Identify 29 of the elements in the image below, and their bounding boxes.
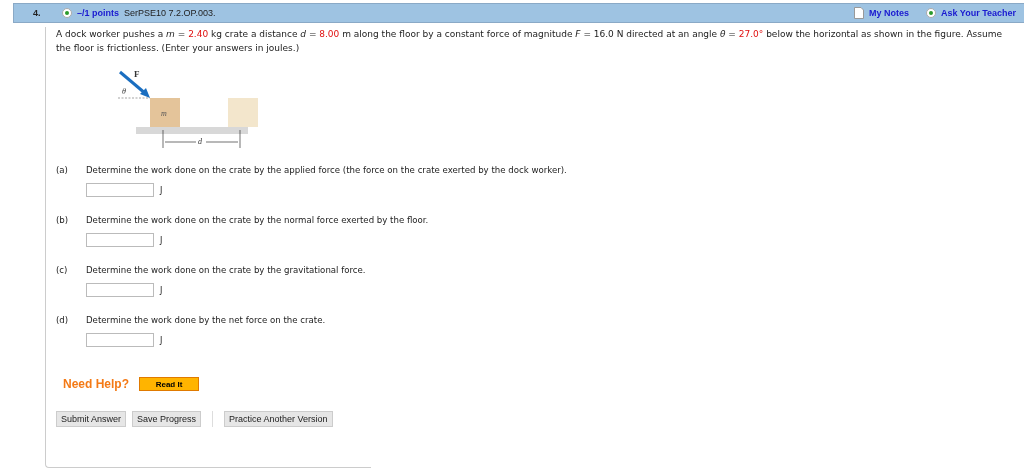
- question-text: Determine the work done by the net force on the crate.: [86, 315, 326, 325]
- question-text: Determine the work done on the crate by the normal force exerted by the floor.: [86, 215, 429, 225]
- answer-field[interactable]: [86, 233, 154, 247]
- my-notes-link[interactable]: My Notes: [868, 8, 909, 18]
- problem-text: A dock worker pushes a m = 2.40 kg crate a distance d = 8.00 m along the floor by a constant force of magnitude F = 16.0 N directed at an angle θ = 27.0° below the horizontal as shown in the figure. Assume the floor is frictionless. (Enter your answers in joules.): [56, 28, 1003, 55]
- part-label: (b): [56, 215, 70, 225]
- question-number: 4.: [33, 8, 42, 18]
- action-button[interactable]: Submit Answer: [56, 411, 127, 427]
- answer-field[interactable]: [86, 183, 154, 197]
- problem-code: SerPSE10 7.2.OP.003.: [124, 8, 216, 18]
- part-label: (c): [56, 265, 69, 275]
- unit-label: J: [160, 335, 163, 345]
- answer-field[interactable]: [86, 283, 154, 297]
- answer-field[interactable]: [86, 333, 154, 347]
- part-label: (a): [56, 165, 69, 175]
- unit-label: J: [160, 235, 163, 245]
- practice-button[interactable]: Practice Another Version: [224, 411, 333, 427]
- note-icon[interactable]: [853, 7, 864, 19]
- crate-diagram-drawing: m F θ d: [118, 63, 278, 151]
- unit-label: J: [160, 185, 163, 195]
- question-text: Determine the work done on the crate by the gravitational force.: [86, 265, 366, 275]
- ask-teacher-link[interactable]: Ask Your Teacher: [940, 8, 1016, 18]
- question-text: Determine the work done on the crate by the applied force (the force on the crate exerted by the dock worker).: [86, 165, 567, 175]
- read-it-button[interactable]: Read It: [139, 377, 199, 391]
- need-help-label: Need Help?: [63, 377, 129, 391]
- points-label: –/1 points: [77, 8, 119, 18]
- action-button[interactable]: Save Progress: [132, 411, 202, 427]
- part-label: (d): [56, 315, 70, 325]
- unit-label: J: [160, 285, 163, 295]
